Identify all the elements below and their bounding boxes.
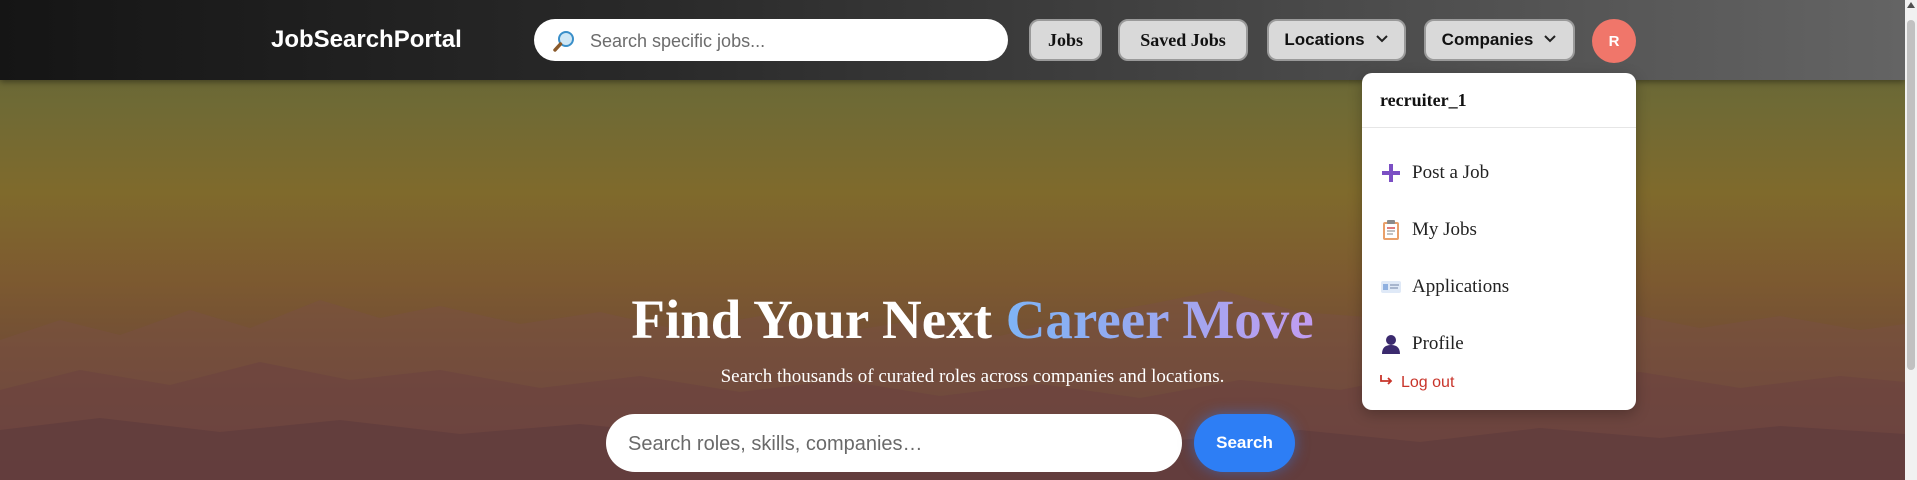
menu-item-label: My Jobs <box>1412 219 1477 240</box>
page-scrollbar[interactable] <box>1905 0 1917 480</box>
nav-search-input[interactable] <box>588 27 992 55</box>
user-icon <box>1380 333 1402 355</box>
brand-logo[interactable]: JobSearchPortal <box>271 26 462 54</box>
hero-title-accent: Career Move <box>1005 289 1314 350</box>
chevron-down-icon <box>1543 31 1557 49</box>
user-menu-dropdown: recruiter_1 Post a Job My Jobs Applicati… <box>1362 73 1636 410</box>
companies-dropdown[interactable]: Companies <box>1424 19 1575 61</box>
divider <box>1362 127 1636 128</box>
jobs-button[interactable]: Jobs <box>1029 19 1102 61</box>
scroll-thumb[interactable] <box>1907 20 1915 370</box>
nav-search-box <box>534 19 1008 61</box>
saved-jobs-button[interactable]: Saved Jobs <box>1118 19 1248 61</box>
logout-button[interactable]: Log out <box>1379 373 1454 392</box>
plus-icon <box>1380 162 1402 184</box>
hero-search-input[interactable] <box>626 429 1160 459</box>
scroll-up-arrow-icon[interactable] <box>1907 2 1915 8</box>
menu-item-label: Applications <box>1412 276 1510 297</box>
companies-label: Companies <box>1441 30 1534 49</box>
logout-arrow-icon <box>1379 373 1395 392</box>
menu-item-profile[interactable]: Profile <box>1380 329 1464 359</box>
hero-title-prefix: Find Your Next <box>631 289 1006 350</box>
user-avatar[interactable]: R <box>1592 19 1636 63</box>
menu-item-post-job[interactable]: Post a Job <box>1380 158 1489 188</box>
locations-dropdown[interactable]: Locations <box>1267 19 1406 61</box>
user-menu-username: recruiter_1 <box>1380 90 1467 110</box>
hero-search-box <box>606 414 1182 472</box>
clipboard-icon <box>1380 219 1402 241</box>
top-navbar: JobSearchPortal Jobs Saved Jobs Location… <box>0 0 1905 80</box>
menu-item-label: Profile <box>1412 333 1464 354</box>
locations-label: Locations <box>1284 30 1365 49</box>
menu-item-applications[interactable]: Applications <box>1380 272 1509 302</box>
search-icon <box>552 30 576 57</box>
logout-label: Log out <box>1401 373 1455 391</box>
hero-search-button[interactable]: Search <box>1194 414 1295 472</box>
menu-item-label: Post a Job <box>1412 162 1490 183</box>
chevron-down-icon <box>1375 31 1389 49</box>
id-card-icon <box>1380 276 1402 298</box>
menu-item-my-jobs[interactable]: My Jobs <box>1380 215 1477 245</box>
